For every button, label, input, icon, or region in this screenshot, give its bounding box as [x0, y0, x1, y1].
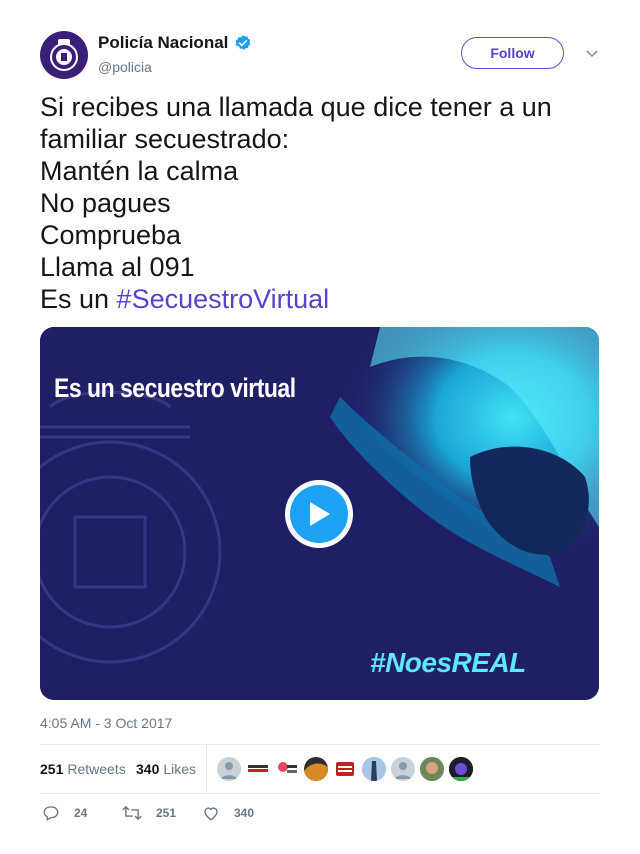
tweet-line-prefix: Es un — [40, 284, 117, 314]
likes-count: 340 — [136, 761, 160, 777]
tweet-line: familiar secuestrado: — [40, 124, 290, 154]
reply-count: 24 — [74, 806, 88, 820]
play-button[interactable] — [285, 480, 353, 548]
author-handle[interactable]: @policia — [98, 59, 152, 75]
tweet-line: No pagues — [40, 188, 171, 218]
avatar[interactable] — [40, 31, 88, 79]
liker-avatar[interactable] — [304, 757, 328, 781]
liker-avatar[interactable] — [391, 757, 415, 781]
tweet-line: Si recibes una llamada que dice tener a … — [40, 92, 552, 122]
chevron-down-icon[interactable] — [586, 47, 598, 59]
liker-avatar[interactable] — [333, 757, 357, 781]
verified-badge-icon — [235, 35, 251, 51]
tweet-actions: 24 251 340 — [40, 804, 600, 824]
video-hashtag: #NoesREAL — [370, 647, 526, 678]
tweet-line: Mantén la calma — [40, 156, 239, 186]
heart-icon — [204, 807, 218, 821]
tweet-header: Policía Nacional @policia Follow — [40, 31, 600, 81]
retweets-label: Retweets — [67, 761, 126, 777]
author-name-row: Policía Nacional — [98, 33, 252, 53]
liker-avatar[interactable] — [217, 757, 241, 781]
author-name[interactable]: Policía Nacional — [98, 33, 228, 53]
like-action[interactable]: 340 — [202, 804, 254, 822]
likes-stat[interactable]: 340 Likes — [136, 761, 196, 777]
tweet-line: Comprueba — [40, 220, 182, 250]
video-player[interactable]: Es un secuestro virtual #NoesREAL — [40, 327, 599, 700]
stats-divider — [206, 745, 207, 793]
follow-button[interactable]: Follow — [461, 37, 564, 69]
liker-avatar[interactable] — [420, 757, 444, 781]
liker-avatars — [217, 757, 478, 781]
liker-avatar[interactable] — [449, 757, 473, 781]
liker-avatar[interactable] — [246, 757, 270, 781]
reply-action[interactable]: 24 — [42, 804, 87, 822]
like-count: 340 — [234, 806, 255, 820]
retweets-stat[interactable]: 251 Retweets — [40, 761, 126, 777]
tweet-stats: 251 Retweets 340 Likes — [40, 744, 600, 794]
tweet-timestamp[interactable]: 4:05 AM - 3 Oct 2017 — [40, 715, 172, 731]
video-title: Es un secuestro virtual — [54, 372, 296, 403]
tweet-text: Si recibes una llamada que dice tener a … — [40, 91, 600, 315]
retweets-count: 251 — [40, 761, 64, 777]
liker-avatar[interactable] — [362, 757, 386, 781]
retweet-action[interactable]: 251 — [122, 804, 176, 822]
likes-label: Likes — [163, 761, 197, 777]
tweet-line: Llama al 091 — [40, 252, 195, 282]
reply-icon — [43, 806, 59, 821]
hashtag-link[interactable]: #SecuestroVirtual — [117, 284, 330, 314]
police-badge-icon — [50, 39, 78, 71]
play-icon — [310, 502, 330, 526]
liker-avatar[interactable] — [275, 757, 299, 781]
tweet-line-last: Es un #SecuestroVirtual — [40, 283, 600, 315]
retweet-count: 251 — [156, 806, 177, 820]
retweet-icon — [122, 805, 142, 821]
